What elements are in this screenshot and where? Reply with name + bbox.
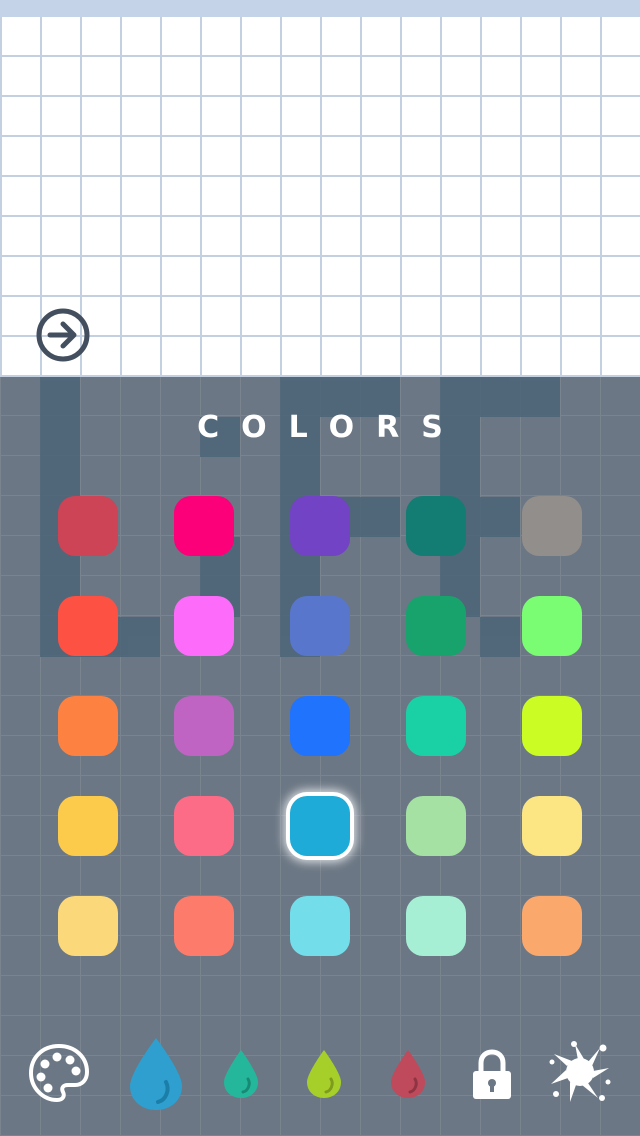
swatch-sky-blue[interactable] [290, 796, 350, 856]
swatch-periwinkle[interactable] [290, 596, 350, 656]
swatch-rose[interactable] [174, 796, 234, 856]
swatch-salmon[interactable] [174, 896, 234, 956]
swatch-magenta[interactable] [174, 496, 234, 556]
swatch-red-orange[interactable] [58, 596, 118, 656]
swatch-turquoise[interactable] [406, 696, 466, 756]
swatch-peach[interactable] [522, 896, 582, 956]
drawing-canvas[interactable] [0, 17, 640, 377]
swatch-light-green[interactable] [522, 596, 582, 656]
swatch-lime[interactable] [522, 696, 582, 756]
swatch-light-cyan[interactable] [290, 896, 350, 956]
color-picker-panel [0, 377, 640, 1136]
swatch-mint[interactable] [406, 896, 466, 956]
lime-drop-icon[interactable] [304, 1048, 344, 1100]
swatch-green[interactable] [406, 596, 466, 656]
teal-drop-icon[interactable] [221, 1048, 261, 1100]
arrow-right-circle-icon[interactable] [35, 307, 91, 363]
palette-icon[interactable] [26, 1040, 92, 1106]
swatch-pink-violet[interactable] [174, 596, 234, 656]
swatch-blue[interactable] [290, 696, 350, 756]
blue-drop-icon[interactable] [126, 1036, 186, 1112]
swatch-yellow[interactable] [58, 796, 118, 856]
swatch-pale-green[interactable] [406, 796, 466, 856]
swatch-purple[interactable] [290, 496, 350, 556]
panel-title: COLORS [197, 410, 465, 445]
swatch-sand[interactable] [58, 896, 118, 956]
swatch-pale-yellow[interactable] [522, 796, 582, 856]
lock-icon[interactable] [470, 1048, 514, 1102]
swatch-dark-teal[interactable] [406, 496, 466, 556]
swatch-orchid[interactable] [174, 696, 234, 756]
red-drop-icon[interactable] [388, 1048, 428, 1100]
top-status-bar [0, 0, 640, 17]
swatch-orange[interactable] [58, 696, 118, 756]
splat-icon[interactable] [548, 1040, 612, 1104]
swatch-gray[interactable] [522, 496, 582, 556]
swatch-crimson[interactable] [58, 496, 118, 556]
